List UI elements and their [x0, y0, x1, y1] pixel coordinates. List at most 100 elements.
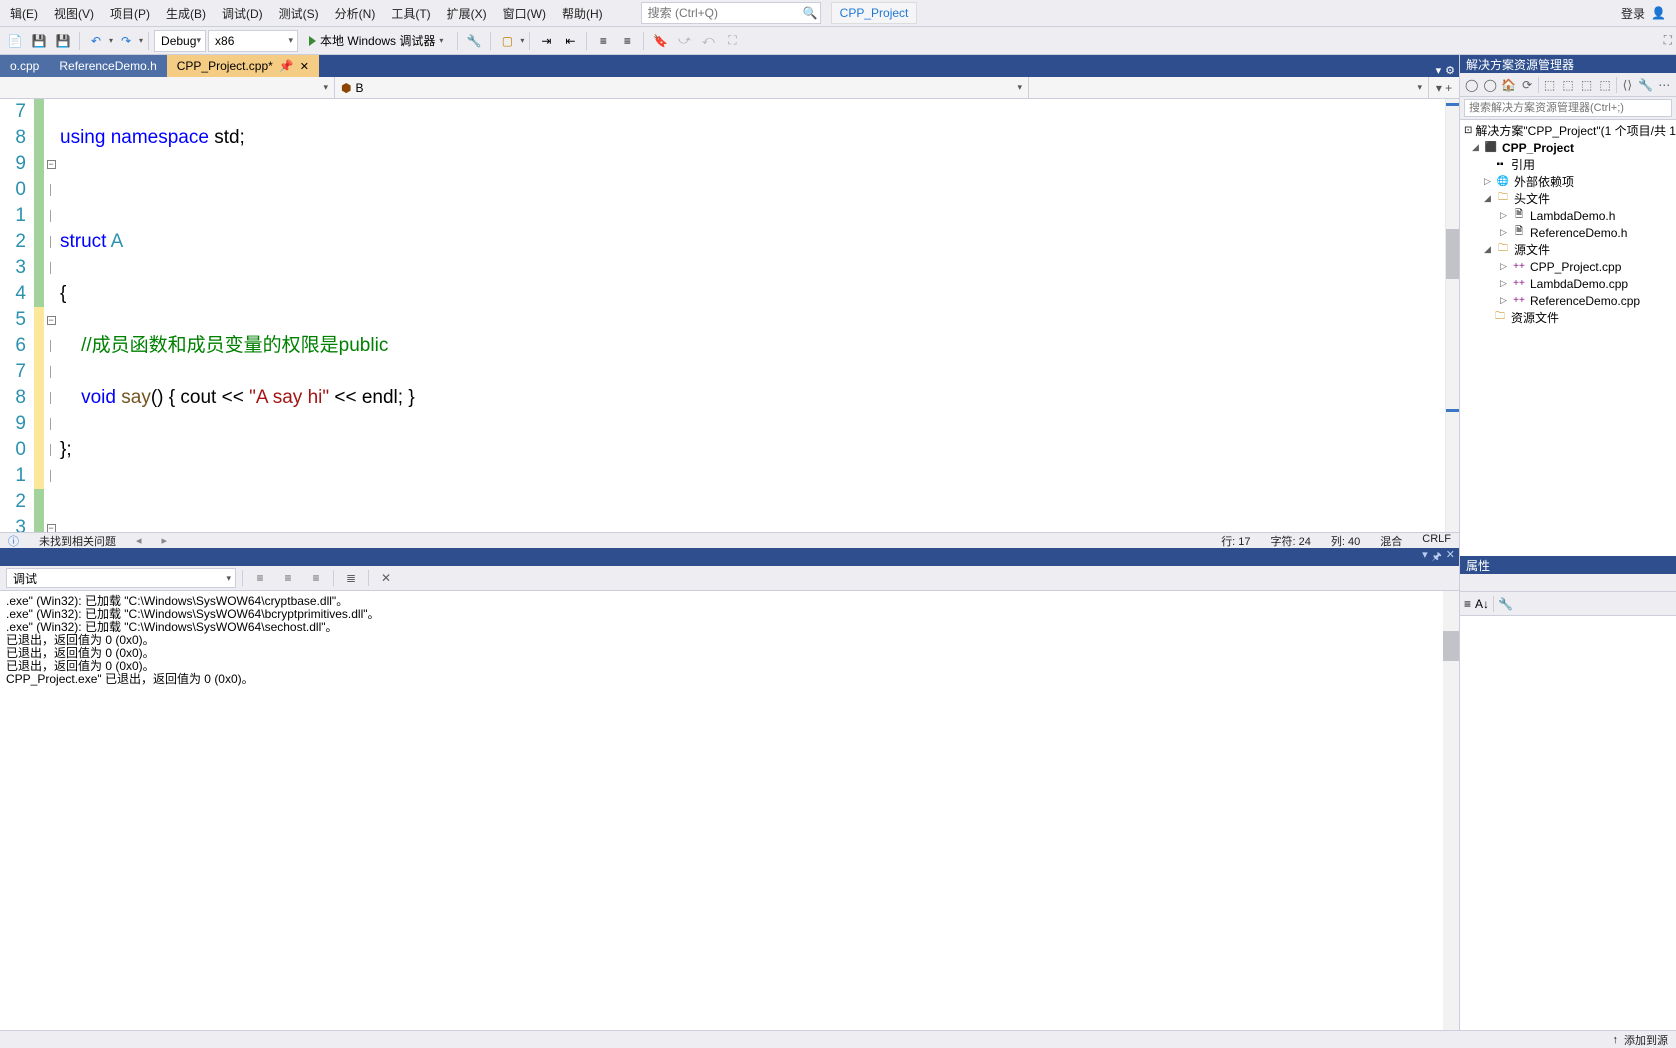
tool-icon[interactable]: ≡: [249, 568, 271, 588]
dropdown-icon[interactable]: ▾: [1436, 64, 1442, 77]
home-icon[interactable]: 🏠: [1501, 76, 1516, 94]
output-source-dropdown[interactable]: 调试: [6, 568, 236, 588]
tool-icon[interactable]: ⤻: [673, 30, 695, 52]
tab[interactable]: ReferenceDemo.h: [49, 55, 166, 77]
comment-icon[interactable]: ≡: [592, 30, 614, 52]
tool-icon[interactable]: ⬚: [1597, 76, 1612, 94]
menu-item[interactable]: 调试(D): [214, 1, 271, 26]
sort-icon[interactable]: A↓: [1475, 597, 1489, 611]
tree-node[interactable]: ◢🗀头文件: [1460, 190, 1676, 207]
platform-dropdown[interactable]: x86: [208, 30, 298, 52]
menu-item[interactable]: 窗口(W): [495, 1, 554, 26]
wrench-icon[interactable]: 🔧: [1638, 76, 1653, 94]
sync-icon[interactable]: ⟳: [1519, 76, 1534, 94]
scope-dropdown[interactable]: [0, 77, 335, 98]
categorize-icon[interactable]: ≡: [1464, 597, 1471, 611]
properties-header: 属性: [1460, 556, 1676, 574]
dropdown-icon[interactable]: ▾: [1422, 548, 1428, 567]
tree-node[interactable]: ◢🗀源文件: [1460, 241, 1676, 258]
upload-icon[interactable]: ↑: [1613, 1034, 1619, 1046]
tool-icon[interactable]: ⬚: [1542, 76, 1557, 94]
menu-item[interactable]: 帮助(H): [554, 1, 611, 26]
output-toolbar: 显示输出来源(S): 调试 ≡ ≡ ≡ ≣ ✕: [0, 566, 1459, 591]
config-dropdown[interactable]: Debug: [154, 30, 206, 52]
col-label: 列: 40: [1331, 533, 1360, 549]
search-input[interactable]: [648, 6, 803, 20]
add-source-label[interactable]: 添加到源: [1624, 1032, 1668, 1048]
tool-icon[interactable]: ⟨⟩: [1620, 76, 1635, 94]
redo-icon[interactable]: ↷: [115, 30, 137, 52]
pin-icon[interactable]: 📌: [279, 59, 294, 73]
tree-node[interactable]: 🗀资源文件: [1460, 309, 1676, 326]
box-icon[interactable]: ▢: [496, 30, 518, 52]
wrench-icon[interactable]: 🔧: [1498, 597, 1513, 611]
new-file-icon[interactable]: 📄: [4, 30, 26, 52]
code-editor[interactable]: 78 90 12 34 56 78 90 12 34 56 7: [0, 99, 1459, 532]
nav-dropdown[interactable]: [1029, 77, 1429, 98]
uncomment-icon[interactable]: ≡: [616, 30, 638, 52]
undo-icon[interactable]: ↶: [85, 30, 107, 52]
tree-node[interactable]: ▷++ReferenceDemo.cpp: [1460, 292, 1676, 309]
menu-item[interactable]: 工具(T): [383, 1, 438, 26]
indent-icon[interactable]: ⇥: [535, 30, 557, 52]
tree-node[interactable]: ▪▪引用: [1460, 156, 1676, 173]
back-icon[interactable]: ◯: [1464, 76, 1479, 94]
tree-node[interactable]: ▷++CPP_Project.cpp: [1460, 258, 1676, 275]
menu-item[interactable]: 测试(S): [271, 1, 327, 26]
issues-label: 未找到相关问题: [39, 533, 116, 549]
menu-item[interactable]: 分析(N): [327, 1, 384, 26]
tool-icon[interactable]: ≡: [277, 568, 299, 588]
start-debug-button[interactable]: 本地 Windows 调试器 ▾: [300, 30, 452, 52]
output-vscroll[interactable]: [1443, 591, 1459, 1032]
tree-node[interactable]: ▷++LambdaDemo.cpp: [1460, 275, 1676, 292]
line-label: 行: 17: [1221, 533, 1250, 549]
tool-icon[interactable]: ⬚: [1560, 76, 1575, 94]
bookmark-icon[interactable]: 🔖: [649, 30, 671, 52]
output-panel-header: ▾ 🖈 ✕: [0, 548, 1459, 566]
tool-icon[interactable]: ⬚: [1579, 76, 1594, 94]
project-badge[interactable]: CPP_Project: [831, 2, 918, 24]
fwd-icon[interactable]: ◯: [1482, 76, 1497, 94]
close-icon[interactable]: ✕: [300, 60, 309, 73]
gear-icon[interactable]: ⚙: [1445, 64, 1455, 77]
solution-tree[interactable]: ⊡解决方案"CPP_Project"(1 个项目/共 1 个) ◢⬛CPP_Pr…: [1460, 120, 1676, 556]
clear-icon[interactable]: ✕: [375, 568, 397, 588]
tree-node[interactable]: ▷🗎LambdaDemo.h: [1460, 207, 1676, 224]
outdent-icon[interactable]: ⇤: [559, 30, 581, 52]
menu-item[interactable]: 辑(E): [2, 1, 46, 26]
menu-item[interactable]: 项目(P): [102, 1, 158, 26]
toolbar: 📄 💾 💾 ↶ ▾ ↷ ▾ Debug x86 本地 Windows 调试器 ▾…: [0, 27, 1676, 55]
save-all-icon[interactable]: 💾: [52, 30, 74, 52]
close-icon[interactable]: ✕: [1446, 548, 1455, 567]
menu-item[interactable]: 生成(B): [158, 1, 214, 26]
menu-item[interactable]: 视图(V): [46, 1, 102, 26]
char-label: 字符: 24: [1271, 533, 1311, 549]
code-content[interactable]: using namespace std; struct A { //成员函数和成…: [58, 99, 1445, 532]
expand-icon[interactable]: ⛶: [1664, 33, 1672, 48]
tool-icon[interactable]: ≡: [305, 568, 327, 588]
solution-search[interactable]: [1460, 97, 1676, 120]
tree-node[interactable]: ▷🌐外部依赖项: [1460, 173, 1676, 190]
tool-icon[interactable]: ≣: [340, 568, 362, 588]
login-button[interactable]: 登录 👤: [1621, 5, 1666, 22]
split-icon[interactable]: ▾ +: [1429, 77, 1459, 98]
solution-search-input[interactable]: [1464, 99, 1672, 117]
tool-icon[interactable]: ⤺: [697, 30, 719, 52]
tree-node[interactable]: ⊡解决方案"CPP_Project"(1 个项目/共 1 个): [1460, 122, 1676, 139]
output-text[interactable]: .exe" (Win32): 已加载 "C:\Windows\SysWOW64\…: [0, 591, 1459, 1032]
tab[interactable]: o.cpp: [0, 55, 49, 77]
fold-margin[interactable]: −││││ −││││││ −││││: [44, 99, 58, 532]
editor-scrollbar[interactable]: [1445, 99, 1459, 532]
info-icon: ⓘ: [8, 533, 19, 549]
member-dropdown[interactable]: ⬢B: [335, 77, 1029, 98]
tool-icon[interactable]: 🔧: [463, 30, 485, 52]
save-icon[interactable]: 💾: [28, 30, 50, 52]
tool-icon[interactable]: ⛶: [721, 30, 743, 52]
tab-active[interactable]: CPP_Project.cpp* 📌 ✕: [167, 55, 319, 77]
tree-node[interactable]: ▷🗎ReferenceDemo.h: [1460, 224, 1676, 241]
pin-icon[interactable]: 🖈: [1432, 548, 1442, 567]
search-box[interactable]: 🔍: [641, 2, 821, 24]
tree-node[interactable]: ◢⬛CPP_Project: [1460, 139, 1676, 156]
more-icon[interactable]: ⋯: [1657, 76, 1672, 94]
menu-item[interactable]: 扩展(X): [439, 1, 495, 26]
